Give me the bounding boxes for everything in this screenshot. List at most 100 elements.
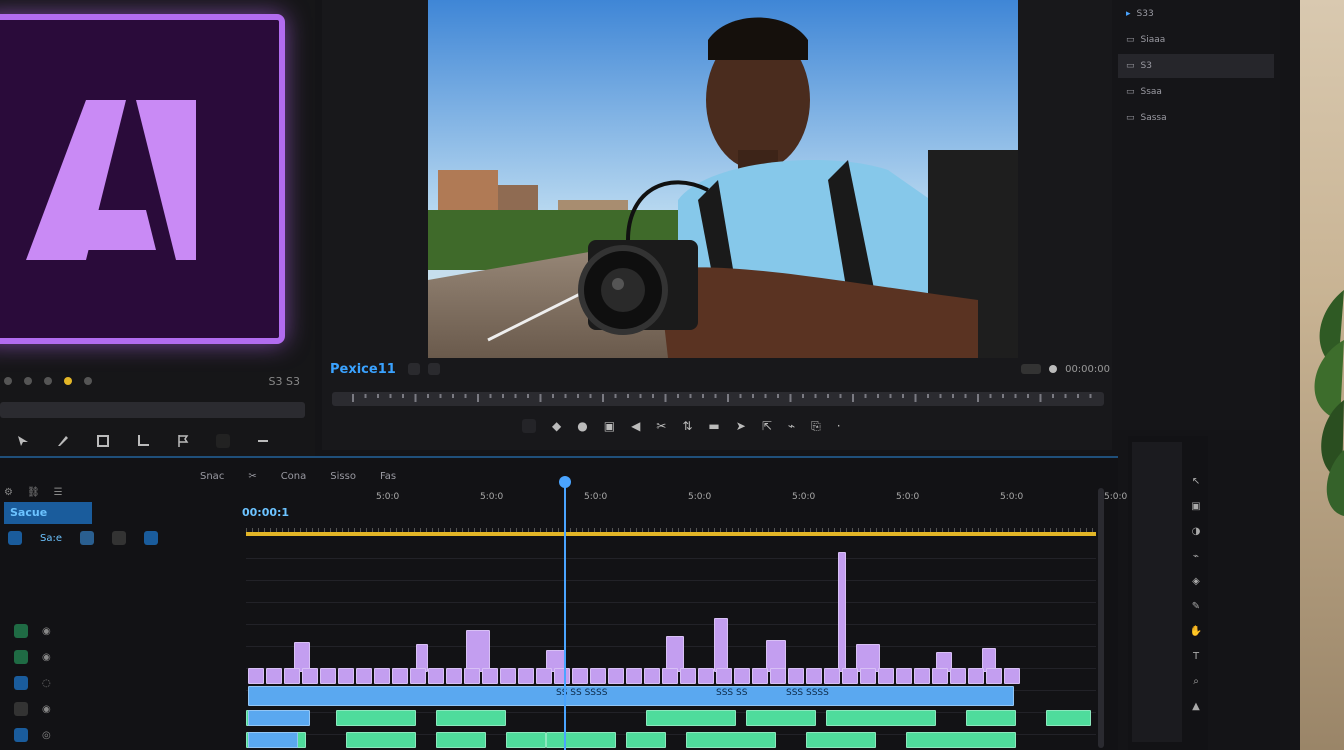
- video-clip[interactable]: [536, 668, 552, 684]
- audio-clip[interactable]: [806, 732, 876, 748]
- video-clip[interactable]: [374, 668, 390, 684]
- scissors-icon[interactable]: ✂: [656, 419, 666, 433]
- menu-item[interactable]: Cona: [281, 471, 307, 482]
- audio-clip[interactable]: [248, 686, 1014, 706]
- video-clip[interactable]: [572, 668, 588, 684]
- audio-clip[interactable]: [248, 710, 310, 726]
- video-clip[interactable]: [878, 668, 894, 684]
- audio-clip[interactable]: [746, 710, 816, 726]
- video-clip[interactable]: [986, 668, 1002, 684]
- video-clip[interactable]: [482, 668, 498, 684]
- send-icon[interactable]: ➤: [736, 419, 746, 433]
- video-clip[interactable]: [356, 668, 372, 684]
- audio-clip[interactable]: [906, 732, 1016, 748]
- video-clip[interactable]: [338, 668, 354, 684]
- audio-clip[interactable]: [248, 732, 298, 748]
- video-clip[interactable]: [626, 668, 642, 684]
- snap-icon[interactable]: [8, 531, 22, 545]
- wrench-icon[interactable]: [144, 531, 158, 545]
- video-clip[interactable]: [662, 668, 678, 684]
- video-clip[interactable]: [466, 630, 490, 672]
- eye-icon[interactable]: ◉: [42, 652, 51, 663]
- work-area-bar[interactable]: [246, 532, 1096, 536]
- audio-clip[interactable]: [506, 732, 546, 748]
- eye-icon[interactable]: ◉: [42, 626, 51, 637]
- video-clip[interactable]: [714, 618, 728, 672]
- slip-icon[interactable]: ◈: [1192, 576, 1200, 587]
- export-icon[interactable]: ⎘: [811, 419, 821, 434]
- video-clip[interactable]: [1004, 668, 1020, 684]
- video-clip[interactable]: [608, 668, 624, 684]
- audio-clip[interactable]: [626, 732, 666, 748]
- fit-icon[interactable]: [1021, 364, 1042, 374]
- video-clip[interactable]: [666, 636, 684, 672]
- speech-icon[interactable]: ●: [577, 419, 587, 433]
- solo-icon[interactable]: ◉: [42, 704, 51, 715]
- step-back-icon[interactable]: ◀: [631, 419, 640, 433]
- video-clip[interactable]: [824, 668, 840, 684]
- crop-icon[interactable]: [136, 434, 150, 448]
- speaker-icon[interactable]: ◌: [42, 678, 51, 689]
- video-clip[interactable]: [320, 668, 336, 684]
- linked-selection-icon[interactable]: [80, 531, 94, 545]
- copy-icon[interactable]: ▣: [604, 419, 615, 433]
- pointer-icon[interactable]: ↖: [1192, 476, 1200, 487]
- settings-icon[interactable]: ☰: [54, 487, 63, 498]
- video-clip[interactable]: [680, 668, 696, 684]
- panel-row[interactable]: ▭ Siaaa: [1118, 28, 1274, 52]
- timeline-scrollbar[interactable]: [1098, 488, 1104, 748]
- type-icon[interactable]: T: [1193, 651, 1199, 662]
- lift-icon[interactable]: ⇅: [682, 419, 692, 433]
- audio-clip[interactable]: [436, 710, 506, 726]
- minus-icon[interactable]: [256, 434, 270, 448]
- share-icon[interactable]: ⇱: [762, 419, 772, 433]
- playhead-handle[interactable]: [559, 476, 571, 488]
- extract-icon[interactable]: ▬: [708, 419, 719, 433]
- ripple-edit-icon[interactable]: ◑: [1192, 526, 1201, 537]
- playhead[interactable]: [564, 482, 566, 750]
- dot-icon[interactable]: [84, 377, 92, 385]
- out-point-icon[interactable]: [427, 363, 440, 375]
- video-clip[interactable]: [410, 668, 426, 684]
- video-clip[interactable]: [248, 668, 264, 684]
- up-icon[interactable]: ▲: [1192, 701, 1200, 712]
- video-clip[interactable]: [500, 668, 516, 684]
- timeline-tracks[interactable]: SS SS SSSS SSS SS SSS SSSS: [246, 538, 1096, 750]
- video-clip[interactable]: [446, 668, 462, 684]
- video-clip[interactable]: [932, 668, 948, 684]
- selection-tool-icon[interactable]: [16, 434, 30, 448]
- tab-sequence[interactable]: Sacue: [4, 502, 92, 524]
- audio-clip[interactable]: [966, 710, 1016, 726]
- video-clip[interactable]: [554, 668, 570, 684]
- video-clip[interactable]: [590, 668, 606, 684]
- panel-row[interactable]: ▭ Ssaa: [1118, 80, 1274, 104]
- sync-lock-icon[interactable]: [14, 676, 28, 690]
- zoom-icon[interactable]: ⌕: [1193, 676, 1199, 687]
- video-clip[interactable]: [698, 668, 714, 684]
- link-icon[interactable]: ⛓: [27, 487, 40, 498]
- video-clip[interactable]: [806, 668, 822, 684]
- video-clip[interactable]: [266, 668, 282, 684]
- video-clip[interactable]: [734, 668, 750, 684]
- panel-row-selected[interactable]: ▭ S3: [1118, 54, 1274, 78]
- video-clip[interactable]: [752, 668, 768, 684]
- razor-icon[interactable]: ⌁: [1193, 551, 1199, 562]
- audio-clip[interactable]: [336, 710, 416, 726]
- source-scrubber[interactable]: [0, 402, 305, 418]
- menu-item[interactable]: Fas: [380, 471, 396, 482]
- marker-icon[interactable]: [64, 377, 72, 385]
- square-button[interactable]: [216, 434, 230, 448]
- video-clip[interactable]: [860, 668, 876, 684]
- marker-button[interactable]: [522, 419, 536, 433]
- video-clip[interactable]: [770, 668, 786, 684]
- mic-icon[interactable]: [14, 728, 28, 742]
- scissors-icon[interactable]: ✂: [248, 471, 256, 482]
- video-clip[interactable]: [302, 668, 318, 684]
- video-clip[interactable]: [716, 668, 732, 684]
- menu-item[interactable]: Sisso: [330, 471, 356, 482]
- audio-clip[interactable]: [1046, 710, 1091, 726]
- dot-icon[interactable]: [4, 377, 12, 385]
- ripple-icon[interactable]: ⌁: [788, 419, 795, 433]
- dot-icon[interactable]: [24, 377, 32, 385]
- video-clip[interactable]: [428, 668, 444, 684]
